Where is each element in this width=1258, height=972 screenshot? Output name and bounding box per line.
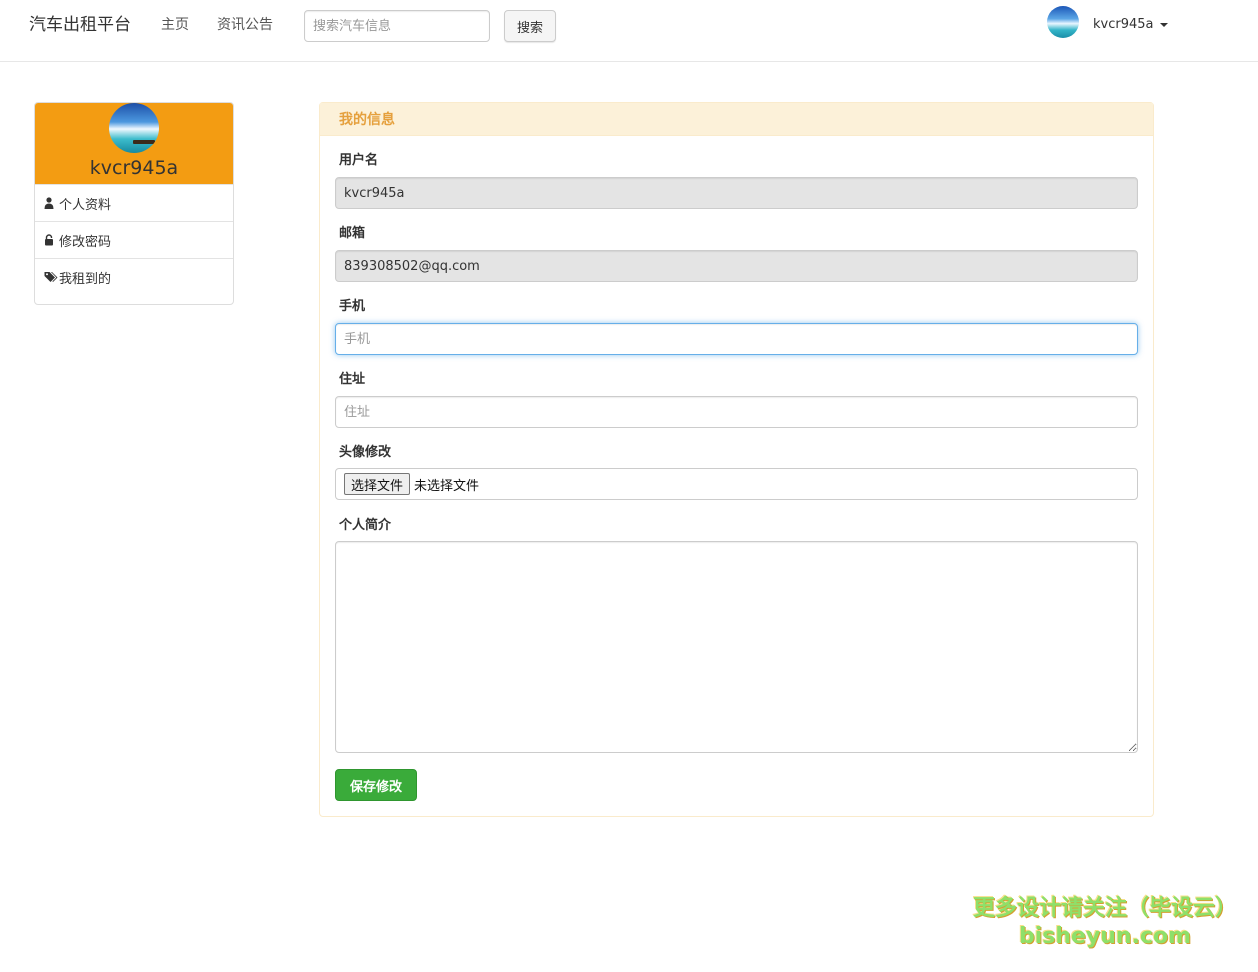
sidebar-item-rented[interactable]: 我租到的 xyxy=(35,258,233,295)
watermark-line-2: bisheyun.com xyxy=(1018,924,1192,949)
username-field[interactable] xyxy=(335,177,1138,209)
sidebar-item-label: 修改密码 xyxy=(59,234,112,250)
sidebar-item-profile[interactable]: 个人资料 xyxy=(35,184,233,221)
sidebar-item-label: 个人资料 xyxy=(59,197,112,213)
caret-down-icon xyxy=(1159,22,1168,27)
user-icon xyxy=(44,197,58,209)
lock-icon xyxy=(44,234,58,246)
username-label: 用户名 xyxy=(339,153,379,168)
avatar-file-input[interactable]: 选择文件 未选择文件 xyxy=(335,468,1138,500)
avatar-upload-label: 头像修改 xyxy=(339,445,392,460)
address-field[interactable] xyxy=(335,396,1138,428)
sidebar-item-label: 我租到的 xyxy=(59,271,112,287)
watermark-line-1: 更多设计请关注（毕设云） xyxy=(972,896,1237,921)
phone-label: 手机 xyxy=(339,299,366,314)
user-menu-toggle[interactable]: kvcr945a xyxy=(1093,17,1168,33)
file-status-text: 未选择文件 xyxy=(414,478,480,494)
watermark: 更多设计请关注（毕设云） bisheyun.com xyxy=(970,895,1240,951)
panel-title: 我的信息 xyxy=(320,103,1153,136)
my-info-panel: 我的信息 用户名 邮箱 手机 住址 头像修改 选择文件 未选择文件 个人简介 保… xyxy=(319,102,1154,817)
search-input[interactable] xyxy=(304,10,490,42)
choose-file-button[interactable]: 选择文件 xyxy=(344,473,411,495)
address-label: 住址 xyxy=(339,372,366,387)
top-navbar: 汽车出租平台 主页 资讯公告 搜索 kvcr945a xyxy=(0,0,1258,62)
bio-textarea[interactable] xyxy=(335,541,1138,753)
sidebar-username: kvcr945a xyxy=(89,157,179,179)
search-button[interactable]: 搜索 xyxy=(504,10,556,42)
nav-link-news[interactable]: 资讯公告 xyxy=(217,16,273,34)
sidebar-header: kvcr945a xyxy=(35,103,233,184)
boat-shape xyxy=(133,140,155,144)
brand-title[interactable]: 汽车出租平台 xyxy=(29,14,131,36)
email-label: 邮箱 xyxy=(339,226,366,241)
sidebar-panel: kvcr945a 个人资料 修改密码 我租到的 xyxy=(34,102,234,305)
bio-label: 个人简介 xyxy=(339,518,392,533)
phone-field[interactable] xyxy=(335,323,1138,355)
sidebar-avatar xyxy=(109,103,159,153)
nav-link-home[interactable]: 主页 xyxy=(161,16,189,34)
tags-icon xyxy=(44,271,58,283)
user-menu-name: kvcr945a xyxy=(1093,17,1154,32)
email-field[interactable] xyxy=(335,250,1138,282)
sidebar-item-password[interactable]: 修改密码 xyxy=(35,221,233,258)
save-button[interactable]: 保存修改 xyxy=(335,769,417,801)
avatar[interactable] xyxy=(1047,6,1079,38)
